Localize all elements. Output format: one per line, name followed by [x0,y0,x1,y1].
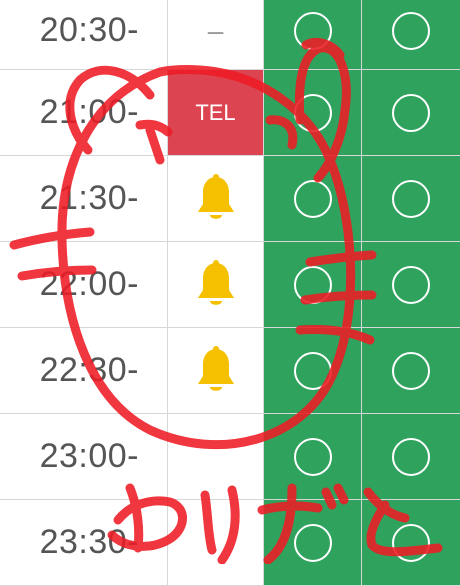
time-label: 21:00- [39,93,139,131]
seat-a-cell[interactable] [263,156,361,241]
seat-b-cell[interactable] [361,414,460,499]
seat-a-cell[interactable] [263,500,361,585]
seat-b-cell[interactable] [361,328,460,413]
circle-mark-icon [392,179,430,218]
bell-icon[interactable] [194,345,238,396]
time-label: 22:00- [39,265,139,303]
time-slot-row: 23:30- [0,500,460,586]
time-slot-row: 23:00- [0,414,460,500]
circle-mark-icon [293,523,332,562]
time-label: 20:30- [39,11,139,49]
bell-icon[interactable] [194,173,238,224]
time-slot-row: 20:30- – [0,0,460,70]
status-cell [167,156,263,241]
seat-a-cell[interactable] [263,414,361,499]
circle-mark-icon [392,437,430,476]
circle-mark-icon [293,93,332,132]
status-cell: – [167,0,263,69]
seat-b-cell[interactable] [361,0,460,69]
seat-a-cell[interactable] [263,328,361,413]
seat-b-cell[interactable] [361,70,460,155]
bell-icon[interactable] [194,259,238,310]
seat-b-cell[interactable] [361,242,460,327]
tel-button[interactable]: TEL [168,70,263,155]
time-slot-row: 21:00- TEL [0,70,460,156]
status-cell [167,500,263,585]
status-cell [167,242,263,327]
time-slot-row: 21:30- [0,156,460,242]
status-cell [167,328,263,413]
seat-a-cell[interactable] [263,70,361,155]
circle-mark-icon [392,11,430,50]
time-label: 23:00- [39,437,139,475]
time-label: 22:30- [39,351,139,389]
time-slot-row: 22:00- [0,242,460,328]
seat-a-cell[interactable] [263,0,361,69]
time-label: 23:30- [39,523,139,561]
seat-b-cell[interactable] [361,156,460,241]
seat-b-cell[interactable] [361,500,460,585]
circle-mark-icon [392,351,430,390]
circle-mark-icon [392,523,430,562]
status-cell[interactable]: TEL [167,70,263,155]
time-label: 21:30- [39,179,139,217]
circle-mark-icon [293,11,332,50]
circle-mark-icon [392,93,430,132]
circle-mark-icon [293,437,332,476]
circle-mark-icon [293,179,332,218]
time-slot-row: 22:30- [0,328,460,414]
unavailable-dash: – [207,14,224,46]
circle-mark-icon [392,265,430,304]
circle-mark-icon [293,351,332,390]
status-cell [167,414,263,499]
seat-a-cell[interactable] [263,242,361,327]
reservation-grid: 20:30- – 21:00- TEL 21:30- 22:00- 22:30- 23:00-… [0,0,460,586]
circle-mark-icon [293,265,332,304]
